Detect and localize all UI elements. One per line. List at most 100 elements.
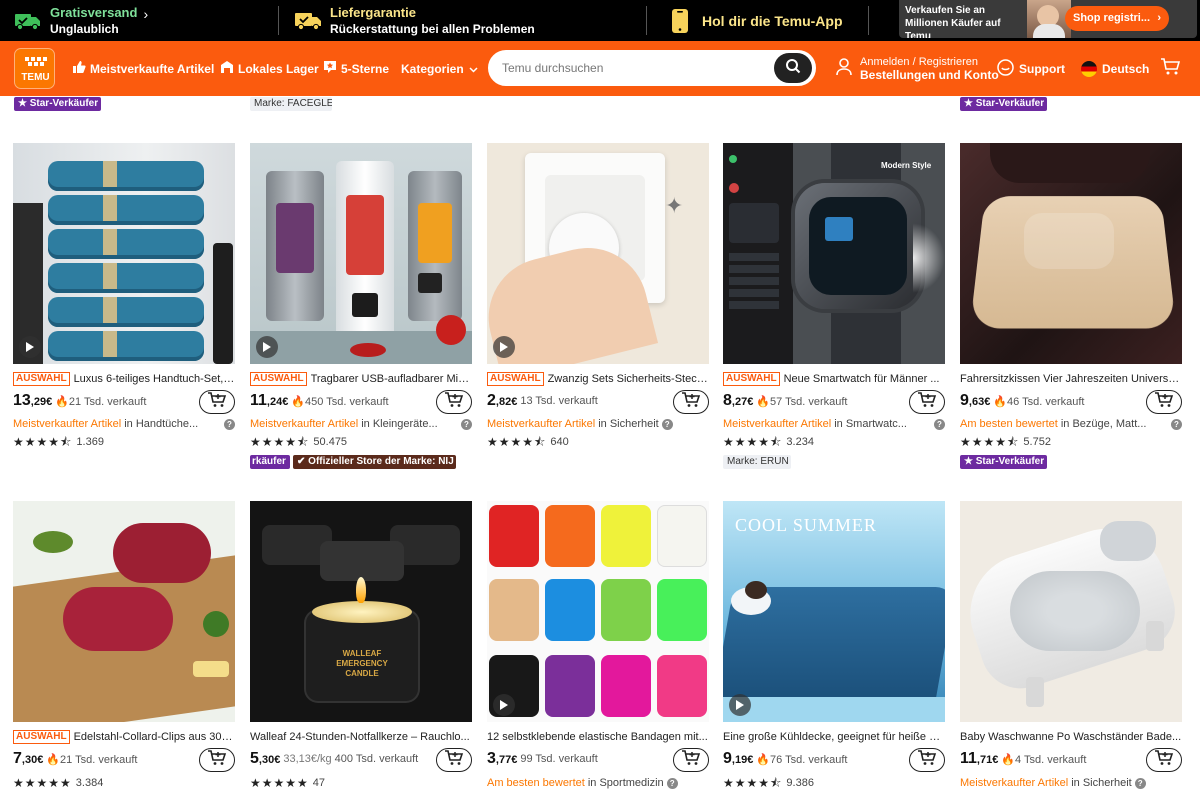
product-image-smartwatch[interactable]: Modern Style xyxy=(723,143,945,364)
product-image-meat-clips[interactable] xyxy=(13,501,235,722)
product-image-towels[interactable] xyxy=(13,143,235,364)
product-title-text: Zwanzig Sets Sicherheits-Steck... xyxy=(547,373,709,385)
sold-text: 99 Tsd. verkauft xyxy=(520,753,598,765)
product-card[interactable]: 12 selbstklebende elastische Bandagen mi… xyxy=(487,501,709,792)
add-to-cart-button[interactable] xyxy=(909,748,945,772)
play-icon[interactable] xyxy=(256,336,278,358)
product-title[interactable]: AUSWAHL Luxus 6-teiliges Handtuch-Set, .… xyxy=(13,371,235,387)
play-icon[interactable] xyxy=(493,336,515,358)
add-to-cart-button[interactable] xyxy=(1146,390,1182,414)
product-title[interactable]: Eine große Kühldecke, geeignet für heiße… xyxy=(723,729,945,745)
nav-support[interactable]: Support xyxy=(997,41,1065,96)
price: 5,30€ xyxy=(250,750,280,768)
shipping-subtitle: Unglaublich xyxy=(50,21,119,36)
product-card[interactable]: AUSWAHL Tragbarer USB-aufladbarer Mix...… xyxy=(250,143,472,451)
play-icon[interactable] xyxy=(493,694,515,716)
add-to-cart-button[interactable] xyxy=(436,390,472,414)
price-integer: 9 xyxy=(960,392,969,409)
product-image-bandages[interactable] xyxy=(487,501,709,722)
support-label: Support xyxy=(1019,61,1065,76)
flame-icon: 🔥 xyxy=(46,753,61,766)
price: 13,29€ xyxy=(13,392,52,410)
category-label: in Sicherheit xyxy=(1071,777,1132,789)
product-title[interactable]: Walleaf 24-Stunden-Notfallkerze – Rauchl… xyxy=(250,729,472,745)
app-promo[interactable]: Hol dir die Temu-App xyxy=(670,0,843,41)
product-card[interactable]: AUSWAHL Luxus 6-teiliges Handtuch-Set, .… xyxy=(13,143,235,451)
product-title[interactable]: AUSWAHL Tragbarer USB-aufladbarer Mix... xyxy=(250,371,472,387)
rating: ★★★★★ 3.384 xyxy=(13,774,235,792)
info-icon[interactable]: ? xyxy=(461,418,472,430)
five-stars-label: 5-Sterne xyxy=(341,61,390,76)
price-decimal: ,71€ xyxy=(976,754,999,766)
info-icon[interactable]: ? xyxy=(661,418,673,430)
info-icon[interactable]: ? xyxy=(224,418,235,430)
add-to-cart-button[interactable] xyxy=(1146,748,1182,772)
temu-logo[interactable]: TEMU xyxy=(14,48,55,89)
nav-categories[interactable]: Kategorien xyxy=(401,41,478,96)
product-title[interactable]: AUSWAHL Zwanzig Sets Sicherheits-Steck..… xyxy=(487,371,709,387)
info-icon[interactable]: ? xyxy=(666,777,678,789)
sell-on-temu-banner[interactable]: Verkaufen Sie an Millionen Käufer auf Te… xyxy=(899,0,1197,38)
rating-count: 3.384 xyxy=(75,777,104,789)
play-icon[interactable] xyxy=(19,336,41,358)
highlight-label: Meistverkaufter Artikel xyxy=(487,418,596,430)
cart-plus-icon xyxy=(444,391,464,413)
product-card[interactable]: COOL SUMMER Eine große Kühldecke, geeign… xyxy=(723,501,945,792)
product-image-baby-tub[interactable] xyxy=(960,501,1182,722)
categories-label: Kategorien xyxy=(401,61,464,76)
add-to-cart-button[interactable] xyxy=(199,748,235,772)
star-seller-badge: ★ Star-Verkäufer xyxy=(960,97,1047,111)
cart-plus-icon xyxy=(917,749,937,771)
search-bar xyxy=(488,50,816,86)
product-card[interactable]: Fahrersitzkissen Vier Jahreszeiten Unive… xyxy=(960,143,1182,451)
info-icon[interactable]: ? xyxy=(1134,777,1146,789)
product-title[interactable]: AUSWAHL Edelstahl-Collard-Clips aus 304.… xyxy=(13,729,235,745)
info-icon[interactable]: ? xyxy=(1171,418,1182,430)
add-to-cart-button[interactable] xyxy=(673,390,709,414)
nav-best-sellers[interactable]: Meistverkaufte Artikel xyxy=(72,41,214,96)
search-input[interactable] xyxy=(502,52,772,84)
product-title[interactable]: Fahrersitzkissen Vier Jahreszeiten Unive… xyxy=(960,371,1182,387)
user-icon xyxy=(836,58,852,79)
product-image-socket-covers[interactable]: ✦ xyxy=(487,143,709,364)
rating: ★★★★⯪ 1.369 xyxy=(13,433,235,451)
cart-plus-icon xyxy=(917,391,937,413)
cart-plus-icon xyxy=(1154,391,1174,413)
product-title[interactable]: Baby Waschwanne Po Waschständer Bade... xyxy=(960,729,1182,745)
delivery-guarantee-promo[interactable]: Liefergarantie Rückerstattung bei allen … xyxy=(294,0,535,41)
info-icon[interactable]: ? xyxy=(934,418,945,430)
add-to-cart-button[interactable] xyxy=(436,748,472,772)
product-card[interactable]: Baby Waschwanne Po Waschständer Bade... … xyxy=(960,501,1182,792)
product-title[interactable]: AUSWAHL Neue Smartwatch für Männer ... xyxy=(723,371,945,387)
play-icon[interactable] xyxy=(729,694,751,716)
price: 9,19€ xyxy=(723,750,753,768)
sold-count: 🔥21 Tsd. verkauft xyxy=(46,753,137,766)
free-shipping-promo[interactable]: Gratisversand Unglaublich › xyxy=(14,0,148,41)
stars-icon: ★★★★⯪ xyxy=(723,435,783,449)
add-to-cart-button[interactable] xyxy=(199,390,235,414)
rating-count: 47 xyxy=(312,777,326,789)
search-button[interactable] xyxy=(774,53,812,83)
star-seller-badge: rkäufer xyxy=(250,455,290,469)
product-image-blender[interactable] xyxy=(250,143,472,364)
product-title[interactable]: 12 selbstklebende elastische Bandagen mi… xyxy=(487,729,709,745)
product-image-cooling-blanket[interactable]: COOL SUMMER xyxy=(723,501,945,722)
product-image-emergency-candle[interactable]: WALLEAF EMERGENCY CANDLE xyxy=(250,501,472,722)
cart-button[interactable] xyxy=(1160,41,1181,96)
product-card[interactable]: ✦ AUSWAHL Zwanzig Sets Sicherheits-Steck… xyxy=(487,143,709,451)
product-card[interactable]: AUSWAHL Edelstahl-Collard-Clips aus 304.… xyxy=(13,501,235,792)
nav-language[interactable]: Deutsch xyxy=(1081,41,1149,96)
product-card[interactable]: Modern Style AUSWAHL Neue Smartwatch für… xyxy=(723,143,945,451)
shop-register-button[interactable]: Shop registri... › xyxy=(1065,6,1169,31)
rating-count: 9.386 xyxy=(786,777,814,789)
divider xyxy=(868,6,869,35)
nav-five-stars[interactable]: 5-Sterne xyxy=(323,41,389,96)
product-image-seat-cushion[interactable] xyxy=(960,143,1182,364)
category-label: in Handtüche... xyxy=(124,418,199,430)
nav-local-warehouse[interactable]: Lokales Lager xyxy=(220,41,319,96)
nav-account[interactable]: Anmelden / Registrieren Bestellungen und… xyxy=(836,41,999,96)
add-to-cart-button[interactable] xyxy=(909,390,945,414)
shop-register-label: Shop registri... xyxy=(1073,12,1151,24)
product-card[interactable]: WALLEAF EMERGENCY CANDLE Walleaf 24-Stun… xyxy=(250,501,472,792)
add-to-cart-button[interactable] xyxy=(673,748,709,772)
